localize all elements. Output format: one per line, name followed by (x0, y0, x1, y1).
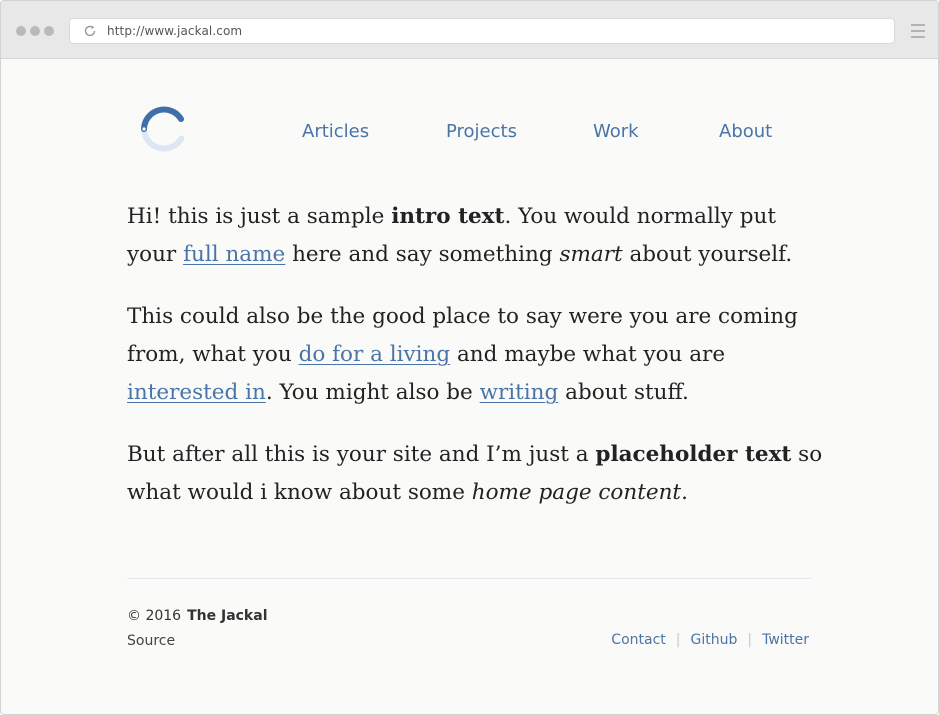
page-content: Articles Projects Work About Hi! this is… (1, 59, 938, 714)
link-separator: | (675, 632, 681, 648)
bold-text: placeholder text (595, 442, 792, 467)
browser-toolbar: http://www.jackal.com (1, 1, 938, 59)
text: what would i know about some (127, 480, 472, 505)
address-bar[interactable]: http://www.jackal.com (69, 18, 895, 44)
nav-item-projects[interactable]: Projects (446, 121, 517, 142)
close-window-icon[interactable] (16, 26, 26, 36)
text: and maybe what you are (450, 342, 726, 367)
text: here and say something (285, 242, 560, 267)
italic-text: home page content (471, 480, 682, 505)
minimize-window-icon[interactable] (30, 26, 40, 36)
twitter-link[interactable]: Twitter (762, 629, 809, 651)
text: . You would normally put (504, 204, 776, 229)
footer-divider (127, 578, 811, 579)
window-controls (16, 26, 54, 36)
intro-paragraph-2: This could also be the good place to say… (127, 298, 817, 412)
text: . You might also be (265, 380, 480, 405)
do-for-a-living-link[interactable]: do for a living (299, 342, 451, 367)
maximize-window-icon[interactable] (44, 26, 54, 36)
text: about stuff. (558, 380, 689, 405)
nav-item-about[interactable]: About (719, 121, 772, 142)
nav-item-articles[interactable]: Articles (302, 121, 369, 142)
main-nav: Articles Projects Work About (1, 121, 938, 145)
writing-link[interactable]: writing (480, 380, 559, 405)
text: But after all this is your site and I’m … (127, 442, 596, 467)
text: This could also be the good place to say… (127, 304, 798, 329)
text: your (127, 242, 184, 267)
text: Hi! this is just a sample (127, 204, 392, 229)
text: about yourself. (622, 242, 793, 267)
copyright: © 2016 The Jackal (127, 605, 268, 627)
nav-item-work[interactable]: Work (593, 121, 639, 142)
bold-text: intro text (391, 204, 505, 229)
intro-text: Hi! this is just a sample intro text. Yo… (127, 198, 822, 536)
browser-window: http://www.jackal.com Articles Projects … (0, 0, 939, 715)
site-name: The Jackal (187, 608, 268, 624)
text: from, what you (127, 342, 299, 367)
full-name-link[interactable]: full name (183, 242, 285, 267)
intro-paragraph-3: But after all this is your site and I’m … (127, 436, 822, 512)
source-link[interactable]: Source (127, 627, 268, 655)
github-link[interactable]: Github (690, 629, 737, 651)
url-text: http://www.jackal.com (107, 24, 243, 38)
intro-paragraph-1: Hi! this is just a sample intro text. Yo… (127, 198, 817, 274)
menu-icon[interactable] (911, 24, 925, 38)
copyright-year: © 2016 (127, 608, 182, 624)
text: . (681, 480, 688, 505)
footer-links: Contact | Github | Twitter (611, 629, 809, 651)
contact-link[interactable]: Contact (611, 629, 665, 651)
italic-text: smart (559, 242, 623, 267)
reload-icon[interactable] (83, 24, 97, 38)
link-separator: | (747, 632, 753, 648)
text: so (791, 442, 823, 467)
footer-info: © 2016 The Jackal Source (127, 605, 268, 655)
interested-in-link[interactable]: interested in (127, 380, 266, 405)
